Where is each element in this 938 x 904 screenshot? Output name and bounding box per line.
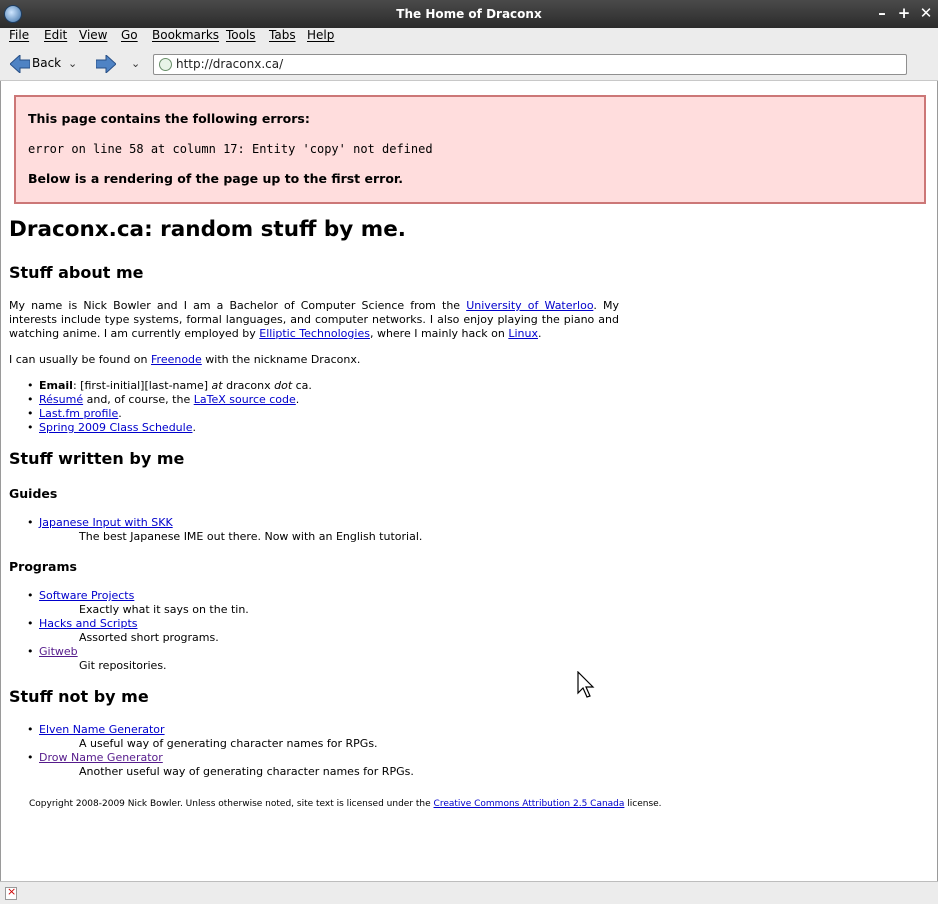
list-item: Japanese Input with SKK <box>27 516 173 529</box>
xml-error-box: This page contains the following errors:… <box>14 95 926 204</box>
minimize-icon[interactable]: – <box>874 5 890 21</box>
back-button-label[interactable]: Back <box>32 56 61 70</box>
license-link[interactable]: Creative Commons Attribution 2.5 Canada <box>434 799 625 809</box>
page-footer: Copyright 2008-2009 Nick Bowler. Unless … <box>29 799 662 809</box>
maximize-icon[interactable]: + <box>896 5 912 21</box>
error-footer: Below is a rendering of the page up to t… <box>28 171 404 186</box>
address-bar[interactable]: http://draconx.ca/ <box>153 54 907 75</box>
resume-text: and, of course, the <box>83 393 194 406</box>
freenode-link[interactable]: Freenode <box>151 353 202 366</box>
back-arrow-icon[interactable] <box>10 55 30 73</box>
linux-link[interactable]: Linux <box>508 327 538 340</box>
email-text: draconx <box>222 379 275 392</box>
menu-tools[interactable]: Tools <box>226 28 256 42</box>
schedule-text: . <box>192 421 196 434</box>
error-heading: This page contains the following errors: <box>28 111 310 126</box>
resume-text: . <box>295 393 300 406</box>
about-paragraph: My name is Nick Bowler and I am a Bachel… <box>9 299 619 341</box>
close-icon[interactable]: ✕ <box>918 5 934 21</box>
elliptic-link[interactable]: Elliptic Technologies <box>259 327 370 340</box>
irc-text: I can usually be found on <box>9 353 152 366</box>
guides-heading: Guides <box>9 486 58 501</box>
email-text: ca. <box>292 379 312 392</box>
list-item-resume: Résumé and, of course, the LaTeX source … <box>27 393 300 406</box>
menu-file[interactable]: File <box>9 28 29 42</box>
item-description: A useful way of generating character nam… <box>79 737 378 750</box>
item-description: Exactly what it says on the tin. <box>79 603 249 616</box>
hacks-scripts-link[interactable]: Hacks and Scripts <box>39 617 137 630</box>
list-item-email: Email: [first-initial][last-name] at dra… <box>27 379 312 392</box>
window-title: The Home of Draconx <box>396 7 542 21</box>
list-item: Hacks and Scripts <box>27 617 138 630</box>
list-item: Software Projects <box>27 589 134 602</box>
uwaterloo-link[interactable]: University of Waterloo <box>466 299 593 312</box>
menu-tabs[interactable]: Tabs <box>269 28 296 42</box>
written-heading: Stuff written by me <box>9 449 185 468</box>
latex-source-link[interactable]: LaTeX source code <box>194 393 296 406</box>
schedule-link[interactable]: Spring 2009 Class Schedule <box>39 421 192 434</box>
resume-link[interactable]: Résumé <box>39 393 83 406</box>
navigation-toolbar: Back ⌄ ⌄ http://draconx.ca/ <box>0 48 938 81</box>
about-heading: Stuff about me <box>9 263 144 282</box>
software-projects-link[interactable]: Software Projects <box>39 589 134 602</box>
menu-bookmarks[interactable]: Bookmarks <box>152 28 219 42</box>
skk-link[interactable]: Japanese Input with SKK <box>39 516 173 529</box>
menu-view[interactable]: View <box>79 28 107 42</box>
forward-arrow-icon[interactable] <box>96 55 116 73</box>
about-text: . <box>537 327 542 340</box>
menu-help[interactable]: Help <box>307 28 334 42</box>
list-item: Gitweb <box>27 645 78 658</box>
lastfm-link[interactable]: Last.fm profile <box>39 407 118 420</box>
error-message: error on line 58 at column 17: Entity 'c… <box>28 142 433 156</box>
address-url[interactable]: http://draconx.ca/ <box>176 57 283 71</box>
item-description: Another useful way of generating charact… <box>79 765 414 778</box>
email-text: at <box>211 379 223 392</box>
menu-bar: File Edit View Go Bookmarks Tools Tabs H… <box>0 28 938 48</box>
list-item: Drow Name Generator <box>27 751 163 764</box>
irc-paragraph: I can usually be found on Freenode with … <box>9 353 619 367</box>
mouse-pointer-icon <box>577 671 595 698</box>
irc-text: with the nickname Draconx. <box>201 353 361 366</box>
item-description: Assorted short programs. <box>79 631 219 644</box>
drow-name-link[interactable]: Drow Name Generator <box>39 751 163 764</box>
item-description: Git repositories. <box>79 659 167 672</box>
elven-name-link[interactable]: Elven Name Generator <box>39 723 165 736</box>
page-title: Draconx.ca: random stuff by me. <box>9 217 406 242</box>
forward-history-chevron-icon[interactable]: ⌄ <box>131 57 140 70</box>
email-text: : [first-initial][last-name] <box>72 379 212 392</box>
menu-edit[interactable]: Edit <box>44 28 67 42</box>
footer-text: license. <box>624 799 662 809</box>
site-favicon-icon <box>159 58 172 71</box>
about-text: , where I mainly hack on <box>369 327 509 340</box>
back-history-chevron-icon[interactable]: ⌄ <box>68 57 77 70</box>
menu-go[interactable]: Go <box>121 28 138 42</box>
about-text: My name is Nick Bowler and I am a Bachel… <box>9 299 467 312</box>
gitweb-link[interactable]: Gitweb <box>39 645 78 658</box>
list-item-lastfm: Last.fm profile. <box>27 407 122 420</box>
list-item: Elven Name Generator <box>27 723 165 736</box>
window-titlebar: The Home of Draconx – + ✕ <box>0 0 938 28</box>
page-error-icon[interactable] <box>5 885 17 900</box>
programs-heading: Programs <box>9 559 77 574</box>
lastfm-text: . <box>118 407 122 420</box>
list-item-schedule: Spring 2009 Class Schedule. <box>27 421 196 434</box>
item-description: The best Japanese IME out there. Now wit… <box>79 530 423 543</box>
email-text: dot <box>274 379 293 392</box>
page-content: This page contains the following errors:… <box>0 81 938 881</box>
notby-heading: Stuff not by me <box>9 687 149 706</box>
footer-text: Copyright 2008-2009 Nick Bowler. Unless … <box>29 799 434 809</box>
status-bar <box>0 881 938 904</box>
email-label: Email <box>39 379 73 392</box>
